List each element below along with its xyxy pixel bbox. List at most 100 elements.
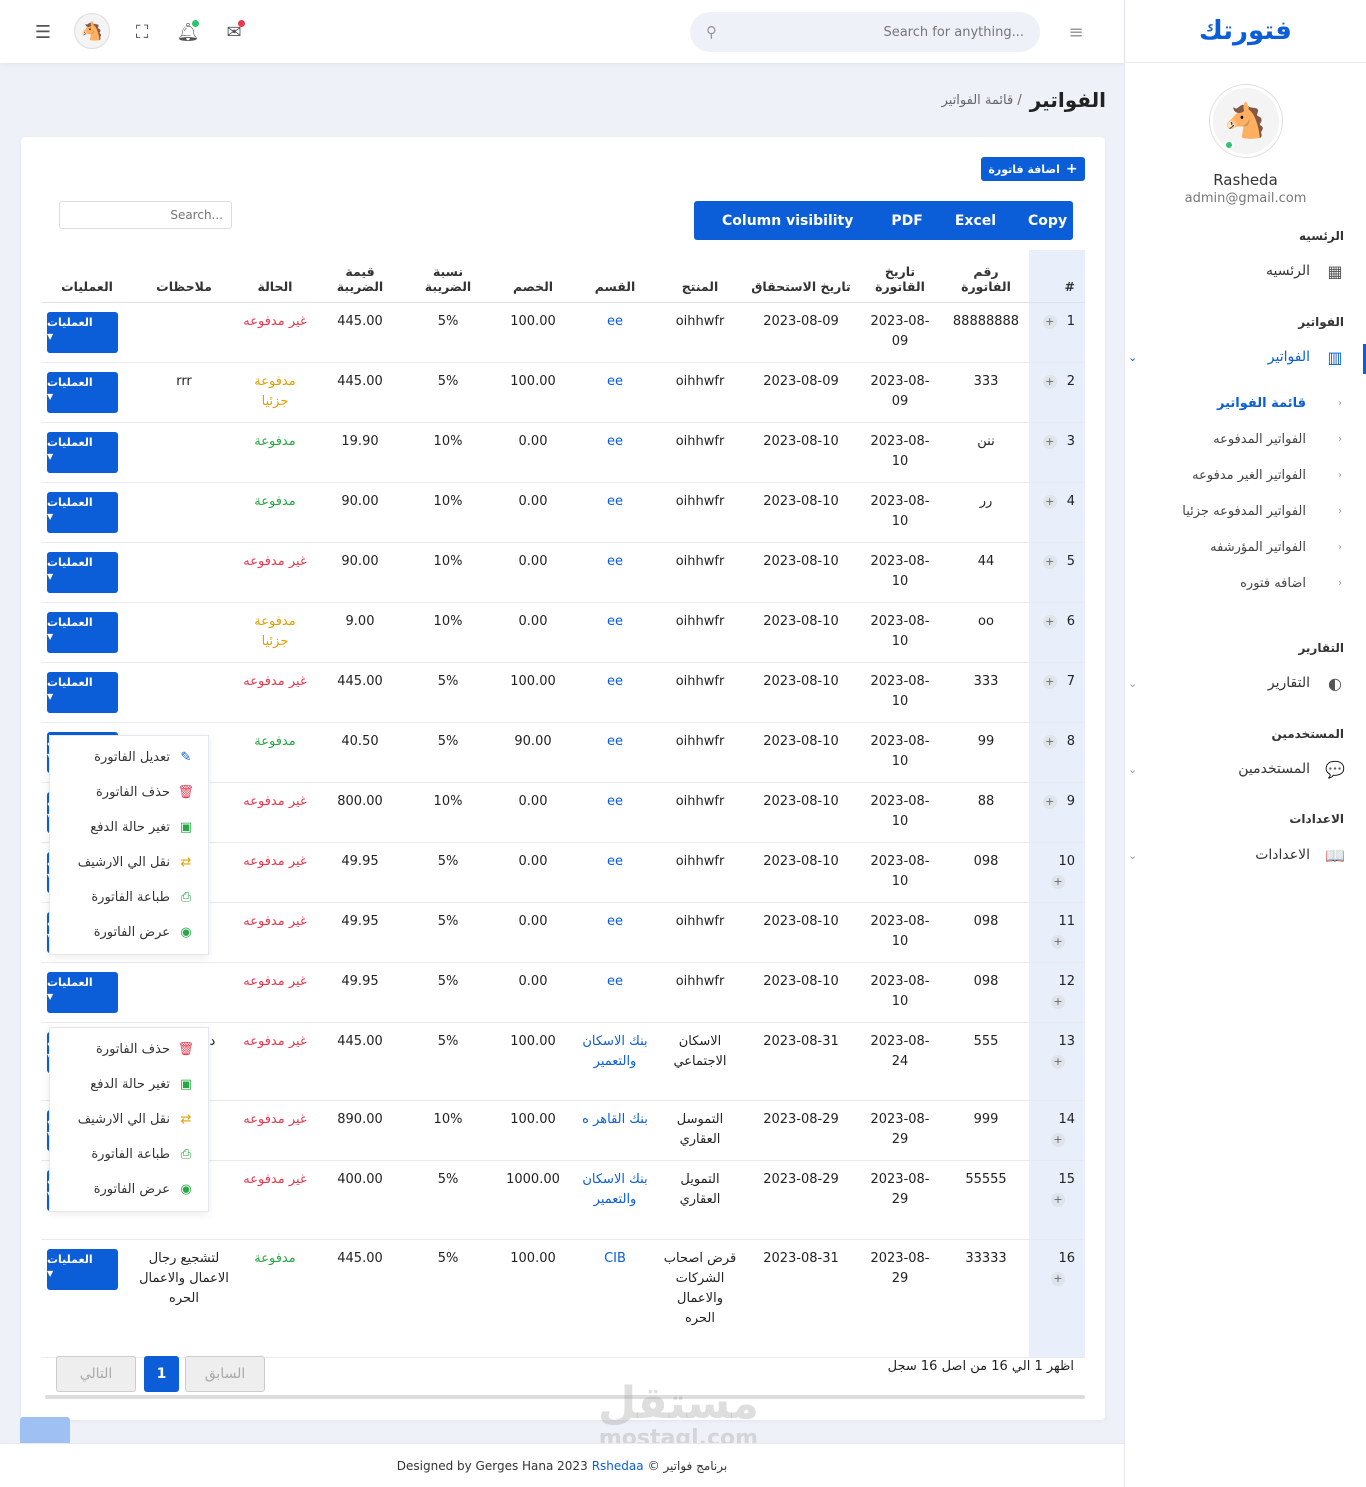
sidebar-item-settings[interactable]: 📖 الاعدادات ⌄ <box>1128 840 1346 870</box>
operations-button[interactable]: العمليات▼ <box>47 311 118 353</box>
excel-button[interactable]: Excel <box>941 213 1014 229</box>
cell-department[interactable]: ee <box>575 542 655 603</box>
cell-department[interactable]: ee <box>575 602 655 663</box>
cell-department[interactable]: ee <box>575 962 655 1023</box>
cell-department[interactable]: بنك الاسكان والتعمير <box>575 1022 655 1101</box>
menu-item-delete[interactable]: 🗑︎ حذف الفاتورة <box>50 775 208 810</box>
cell-row-number: 15 + <box>1029 1160 1085 1240</box>
expand-icon[interactable]: + <box>1042 734 1057 749</box>
operations-button[interactable]: العمليات▼ <box>47 491 118 533</box>
pdf-button[interactable]: PDF <box>867 213 940 229</box>
bell-icon[interactable]: 🔔︎ <box>176 20 200 44</box>
menu-item-delete[interactable]: 🗑︎ حذف الفاتورة <box>50 1032 208 1067</box>
operations-button[interactable]: العمليات▼ <box>47 1248 118 1290</box>
menu-item-edit[interactable]: ✎ تعديل الفاتورة <box>50 740 208 775</box>
expand-icon[interactable]: + <box>1051 874 1065 889</box>
col-header[interactable]: تاريخ الاستحقاق <box>745 250 857 303</box>
align-icon[interactable]: ≡ <box>1064 20 1088 44</box>
expand-icon[interactable]: + <box>1042 554 1057 569</box>
menu-item-archive[interactable]: ⇄ نقل الي الارشيف <box>50 845 208 880</box>
cell-department[interactable]: ee <box>575 302 655 363</box>
expand-icon[interactable]: + <box>1042 674 1057 689</box>
page-1-button[interactable]: 1 <box>144 1356 179 1392</box>
cell-department[interactable]: ee <box>575 902 655 963</box>
col-header[interactable]: ملاحظات <box>133 250 235 303</box>
fullscreen-icon[interactable]: ⛶ <box>130 20 154 44</box>
operations-button[interactable]: العمليات▼ <box>47 671 118 713</box>
expand-icon[interactable]: + <box>1042 314 1057 329</box>
brand-logo[interactable]: فتورتك <box>1125 0 1366 63</box>
sidebar-item-invoices[interactable]: ▥ الفواتير ⌄ <box>1128 342 1346 372</box>
cell-department[interactable]: ee <box>575 722 655 783</box>
col-header[interactable]: نسبة الضريبة <box>405 250 491 303</box>
operations-button[interactable]: العمليات▼ <box>47 611 118 653</box>
col-header[interactable]: الحالة <box>235 250 315 303</box>
operations-button[interactable]: العمليات▼ <box>47 371 118 413</box>
column-visibility-button[interactable]: Column visibility <box>694 213 867 229</box>
menu-item-change-payment[interactable]: ▣ تغير حالة الدفع <box>50 810 208 845</box>
cell-department[interactable]: بنك القاهر ه <box>575 1100 655 1161</box>
sidebar-item-users[interactable]: 💬 المستخدمين ⌄ <box>1128 754 1346 784</box>
add-invoice-button[interactable]: + اضافة فاتورة <box>981 157 1085 181</box>
prev-page-button[interactable]: السابق <box>185 1356 265 1392</box>
sub-item-add-invoice[interactable]: ‹ اضافه فتوره <box>1142 570 1342 596</box>
col-header[interactable]: رقم الفاتورة <box>943 250 1029 303</box>
watermark: مستقل mostaql.com <box>598 1378 759 1451</box>
cell-department[interactable]: CIB <box>575 1239 655 1358</box>
sub-item-partial[interactable]: ‹ الفواتير المدفوعه جزئيا <box>1142 498 1342 524</box>
sidebar-item-reports[interactable]: ◐ التقارير ⌄ <box>1128 668 1346 698</box>
sidebar-item-home[interactable]: ▦ الرئسيه <box>1128 256 1346 286</box>
menu-item-change-payment[interactable]: ▣ تغير حالة الدفع <box>50 1067 208 1102</box>
menu-item-print[interactable]: ⎙ طباعة الفاتورة <box>50 1137 208 1172</box>
expand-icon[interactable]: + <box>1042 794 1057 809</box>
expand-icon[interactable]: + <box>1051 1192 1065 1207</box>
menu-icon[interactable]: ☰ <box>31 20 55 44</box>
col-header[interactable]: القسم <box>575 250 655 303</box>
sub-item-unpaid[interactable]: ‹ الفواتير الغير مدفوعه <box>1142 462 1342 488</box>
operations-button[interactable]: العمليات▼ <box>47 551 118 593</box>
expand-icon[interactable]: + <box>1051 1132 1065 1147</box>
search-bar[interactable]: ⚲ <box>690 12 1040 52</box>
operations-button[interactable]: العمليات▼ <box>47 431 118 473</box>
avatar[interactable]: 🐴 <box>74 13 110 49</box>
menu-item-archive[interactable]: ⇄ نقل الي الارشيف <box>50 1102 208 1137</box>
cell-department[interactable]: ee <box>575 482 655 543</box>
col-header[interactable]: تاريخ القاتورة <box>857 250 943 303</box>
cell-department[interactable]: بنك الاسكان والتعمير <box>575 1160 655 1240</box>
avatar[interactable]: 🐴 <box>1209 85 1282 157</box>
operations-button[interactable]: العمليات▼ <box>47 971 118 1013</box>
sub-item-archived[interactable]: ‹ الفواتير المؤرشفه <box>1142 534 1342 560</box>
expand-icon[interactable]: + <box>1051 1271 1065 1286</box>
cell-department[interactable]: ee <box>575 362 655 423</box>
menu-item-view[interactable]: ◉ عرض الفاتورة <box>50 1172 208 1207</box>
horizontal-scrollbar[interactable] <box>45 1395 1085 1399</box>
menu-item-view[interactable]: ◉ عرض الفاتورة <box>50 915 208 950</box>
cell-department[interactable]: ee <box>575 422 655 483</box>
footer-brand-link[interactable]: Rshedaa <box>592 1459 644 1473</box>
mail-icon[interactable]: ✉ <box>222 20 246 44</box>
expand-icon[interactable]: + <box>1051 994 1065 1009</box>
expand-icon[interactable]: + <box>1042 434 1057 449</box>
col-header[interactable]: المنتج <box>655 250 745 303</box>
sub-item-paid[interactable]: ‹ الفواتير المدفوعه <box>1142 426 1342 452</box>
expand-icon[interactable]: + <box>1051 1054 1065 1069</box>
expand-icon[interactable]: + <box>1042 494 1057 509</box>
cell-tax-value: 40.50 <box>315 722 405 783</box>
next-page-button[interactable]: التالي <box>56 1356 136 1392</box>
copy-button[interactable]: Copy <box>1014 213 1067 229</box>
expand-icon[interactable]: + <box>1042 374 1057 389</box>
cell-department[interactable]: ee <box>575 782 655 843</box>
search-input[interactable] <box>717 24 1024 40</box>
table-search-input[interactable] <box>59 201 232 229</box>
breadcrumb-current[interactable]: / قائمة الفواتير <box>942 93 1022 108</box>
cell-department[interactable]: ee <box>575 662 655 723</box>
col-header[interactable]: # <box>1029 250 1085 303</box>
col-header[interactable]: قيمة الضريبة <box>315 250 405 303</box>
cell-department[interactable]: ee <box>575 842 655 903</box>
sub-item-invoice-list[interactable]: ‹ قائمة الفواتير <box>1142 390 1342 416</box>
expand-icon[interactable]: + <box>1042 614 1057 629</box>
expand-icon[interactable]: + <box>1051 934 1065 949</box>
col-header[interactable]: العمليات <box>41 250 133 303</box>
col-header[interactable]: الخصم <box>491 250 575 303</box>
menu-item-print[interactable]: ⎙ طباعة الفاتورة <box>50 880 208 915</box>
